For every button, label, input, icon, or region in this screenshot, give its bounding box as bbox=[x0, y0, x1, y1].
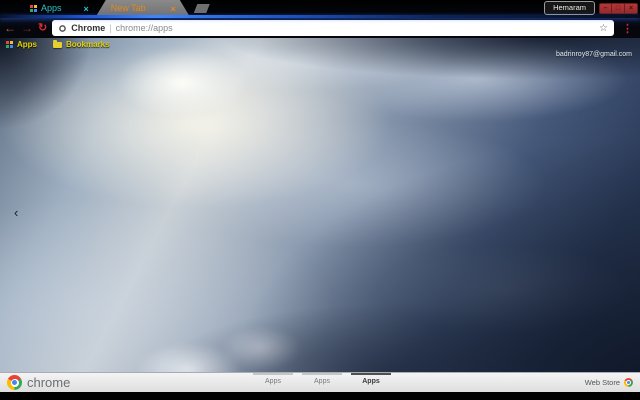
apps-grid-icon bbox=[6, 41, 13, 48]
address-bar[interactable]: Chrome | chrome://apps ☆ bbox=[52, 20, 614, 36]
close-tab-icon[interactable]: × bbox=[171, 4, 176, 14]
theme-glow-divider bbox=[0, 15, 640, 18]
profile-button[interactable]: Hemaram bbox=[544, 1, 595, 15]
close-icon[interactable]: × bbox=[625, 2, 638, 14]
launcher-tab-apps-1[interactable]: Apps bbox=[253, 373, 293, 392]
url-separator: | bbox=[109, 23, 112, 33]
toolbar: ← → ↻ Chrome | chrome://apps ☆ ⋮ bbox=[0, 18, 640, 38]
window-bottom-edge bbox=[0, 392, 640, 400]
site-gear-icon bbox=[59, 24, 67, 32]
tab-indicator bbox=[253, 373, 293, 375]
bookmark-star-icon[interactable]: ☆ bbox=[599, 23, 608, 34]
account-email-text: badrinroy87@gmail.com bbox=[556, 51, 632, 58]
folder-icon bbox=[53, 39, 62, 48]
tab-new-tab-label: New Tab bbox=[110, 3, 146, 13]
launcher-tab-label: Apps bbox=[265, 378, 281, 385]
launcher-bar: chrome Apps Apps Apps Web Store bbox=[0, 372, 640, 392]
tab-apps[interactable]: Apps × bbox=[30, 0, 89, 15]
launcher-tab-apps-3[interactable]: Apps bbox=[351, 373, 391, 392]
apps-grid-icon bbox=[30, 5, 37, 12]
chrome-brand: chrome bbox=[0, 375, 70, 390]
window-buttons: – □ × bbox=[599, 2, 638, 14]
bookmarks-bar-apps-label: Apps bbox=[17, 39, 37, 49]
new-tab-button[interactable] bbox=[193, 4, 210, 13]
restore-icon[interactable]: □ bbox=[612, 2, 625, 14]
chrome-brand-label: chrome bbox=[27, 375, 71, 390]
web-store-label: Web Store bbox=[584, 378, 620, 387]
forward-icon[interactable]: → bbox=[21, 22, 33, 34]
tab-new-tab[interactable]: New Tab × bbox=[97, 0, 189, 15]
close-tab-icon[interactable]: × bbox=[84, 4, 89, 14]
menu-kebab-icon[interactable]: ⋮ bbox=[619, 22, 636, 35]
bookmarks-bar-bookmarks-label: Bookmarks bbox=[66, 39, 110, 49]
previous-page-chevron-icon[interactable]: ‹ bbox=[14, 206, 18, 219]
launcher-tab-apps-2[interactable]: Apps bbox=[302, 373, 342, 392]
minimize-icon[interactable]: – bbox=[599, 2, 612, 14]
earth-photo-shading bbox=[0, 38, 640, 372]
tab-indicator bbox=[302, 373, 342, 375]
tab-apps-label: Apps bbox=[41, 3, 62, 13]
window-controls: Hemaram – □ × bbox=[544, 0, 640, 15]
launcher-tab-label: Apps bbox=[362, 378, 380, 385]
tab-strip: Apps × New Tab × Hemaram – □ × bbox=[0, 0, 640, 15]
launcher-tabs: Apps Apps Apps bbox=[253, 373, 391, 392]
site-label: Chrome bbox=[71, 23, 106, 33]
web-store-link[interactable]: Web Store bbox=[585, 378, 640, 387]
url-text: chrome://apps bbox=[115, 23, 173, 33]
back-icon[interactable]: ← bbox=[4, 22, 16, 34]
reload-icon[interactable]: ↻ bbox=[38, 22, 47, 34]
bookmarks-bar-apps[interactable]: Apps bbox=[6, 39, 37, 49]
launcher-tab-label: Apps bbox=[314, 378, 330, 385]
browser-window: Apps × New Tab × Hemaram – □ × ← → ↻ Chr… bbox=[0, 0, 640, 400]
bookmarks-bar-bookmarks[interactable]: Bookmarks bbox=[53, 39, 110, 49]
bookmarks-bar: Apps Bookmarks bbox=[0, 38, 640, 51]
web-store-icon bbox=[624, 378, 633, 387]
chrome-logo-icon bbox=[7, 375, 22, 390]
tab-indicator bbox=[351, 373, 391, 375]
page-content: Apps Bookmarks badrinroy87@gmail.com ‹ bbox=[0, 38, 640, 372]
